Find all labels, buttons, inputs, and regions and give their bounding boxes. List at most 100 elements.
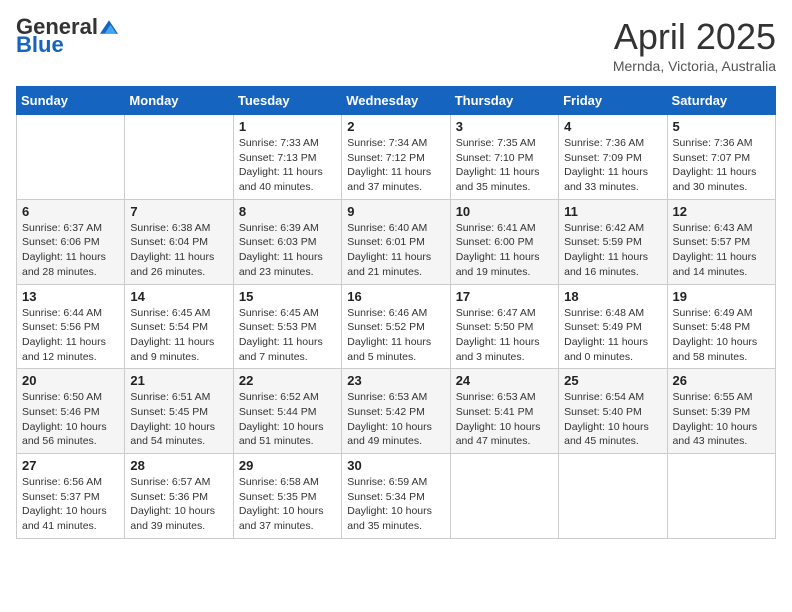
- day-number: 26: [673, 373, 770, 388]
- title-area: April 2025 Mernda, Victoria, Australia: [613, 16, 776, 74]
- day-header-monday: Monday: [125, 87, 233, 115]
- calendar-cell: 6Sunrise: 6:37 AMSunset: 6:06 PMDaylight…: [17, 199, 125, 284]
- day-header-saturday: Saturday: [667, 87, 775, 115]
- day-header-friday: Friday: [559, 87, 667, 115]
- day-number: 22: [239, 373, 336, 388]
- day-number: 21: [130, 373, 227, 388]
- day-number: 28: [130, 458, 227, 473]
- calendar-cell: [17, 115, 125, 200]
- day-number: 19: [673, 289, 770, 304]
- day-header-wednesday: Wednesday: [342, 87, 450, 115]
- day-header-sunday: Sunday: [17, 87, 125, 115]
- day-info: Sunrise: 6:45 AMSunset: 5:54 PMDaylight:…: [130, 306, 227, 365]
- day-number: 4: [564, 119, 661, 134]
- calendar-cell: 9 Sunrise: 6:40 AMSunset: 6:01 PMDaylight…: [342, 199, 450, 284]
- calendar-cell: 30 Sunrise: 6:59 AMSunset: 5:34 PMDayligh…: [342, 454, 450, 539]
- calendar-cell: 26 Sunrise: 6:55 AMSunset: 5:39 PMDayligh…: [667, 369, 775, 454]
- day-number: 24: [456, 373, 553, 388]
- day-info: Sunrise: 6:58 AMSunset: 5:35 PMDaylight:…: [239, 475, 336, 534]
- day-number: 30: [347, 458, 444, 473]
- logo-blue-text: Blue: [16, 34, 64, 56]
- calendar-cell: 5 Sunrise: 7:36 AMSunset: 7:07 PMDaylight…: [667, 115, 775, 200]
- calendar-cell: [125, 115, 233, 200]
- calendar-cell: 19Sunrise: 6:49 AMSunset: 5:48 PMDayligh…: [667, 284, 775, 369]
- calendar-cell: 11Sunrise: 6:42 AMSunset: 5:59 PMDayligh…: [559, 199, 667, 284]
- day-number: 6: [22, 204, 119, 219]
- day-info: Sunrise: 7:36 AMSunset: 7:07 PMDaylight:…: [673, 136, 770, 195]
- day-number: 15: [239, 289, 336, 304]
- calendar: SundayMondayTuesdayWednesdayThursdayFrid…: [16, 86, 776, 539]
- day-number: 18: [564, 289, 661, 304]
- day-number: 7: [130, 204, 227, 219]
- day-info: Sunrise: 6:54 AMSunset: 5:40 PMDaylight:…: [564, 390, 661, 449]
- calendar-cell: 28 Sunrise: 6:57 AMSunset: 5:36 PMDayligh…: [125, 454, 233, 539]
- day-info: Sunrise: 7:35 AMSunset: 7:10 PMDaylight:…: [456, 136, 553, 195]
- calendar-week-row: 13 Sunrise: 6:44 AMSunset: 5:56 PMDayligh…: [17, 284, 776, 369]
- logo: General Blue: [16, 16, 118, 56]
- logo-icon: [100, 18, 118, 36]
- calendar-cell: [559, 454, 667, 539]
- day-info: Sunrise: 6:56 AMSunset: 5:37 PMDaylight:…: [22, 475, 119, 534]
- day-info: Sunrise: 6:53 AMSunset: 5:42 PMDaylight:…: [347, 390, 444, 449]
- header: General Blue April 2025 Mernda, Victoria…: [16, 16, 776, 74]
- calendar-cell: 20 Sunrise: 6:50 AMSunset: 5:46 PMDayligh…: [17, 369, 125, 454]
- day-info: Sunrise: 6:43 AMSunset: 5:57 PMDaylight:…: [673, 221, 770, 280]
- day-info: Sunrise: 6:45 AMSunset: 5:53 PMDaylight:…: [239, 306, 336, 365]
- day-number: 16: [347, 289, 444, 304]
- day-info: Sunrise: 6:38 AMSunset: 6:04 PMDaylight:…: [130, 221, 227, 280]
- day-info: Sunrise: 6:46 AMSunset: 5:52 PMDaylight:…: [347, 306, 444, 365]
- calendar-week-row: 20 Sunrise: 6:50 AMSunset: 5:46 PMDayligh…: [17, 369, 776, 454]
- day-number: 10: [456, 204, 553, 219]
- day-number: 13: [22, 289, 119, 304]
- day-number: 5: [673, 119, 770, 134]
- day-info: Sunrise: 6:59 AMSunset: 5:34 PMDaylight:…: [347, 475, 444, 534]
- day-info: Sunrise: 6:50 AMSunset: 5:46 PMDaylight:…: [22, 390, 119, 449]
- location: Mernda, Victoria, Australia: [613, 58, 776, 74]
- calendar-cell: 1 Sunrise: 7:33 AMSunset: 7:13 PMDaylight…: [233, 115, 341, 200]
- calendar-cell: 29Sunrise: 6:58 AMSunset: 5:35 PMDayligh…: [233, 454, 341, 539]
- calendar-header-row: SundayMondayTuesdayWednesdayThursdayFrid…: [17, 87, 776, 115]
- calendar-cell: 13 Sunrise: 6:44 AMSunset: 5:56 PMDayligh…: [17, 284, 125, 369]
- calendar-cell: 16 Sunrise: 6:46 AMSunset: 5:52 PMDayligh…: [342, 284, 450, 369]
- calendar-cell: [450, 454, 558, 539]
- day-info: Sunrise: 7:33 AMSunset: 7:13 PMDaylight:…: [239, 136, 336, 195]
- day-info: Sunrise: 7:34 AMSunset: 7:12 PMDaylight:…: [347, 136, 444, 195]
- calendar-cell: 21 Sunrise: 6:51 AMSunset: 5:45 PMDayligh…: [125, 369, 233, 454]
- calendar-cell: 15 Sunrise: 6:45 AMSunset: 5:53 PMDayligh…: [233, 284, 341, 369]
- day-number: 12: [673, 204, 770, 219]
- day-number: 11: [564, 204, 661, 219]
- calendar-cell: 7 Sunrise: 6:38 AMSunset: 6:04 PMDaylight…: [125, 199, 233, 284]
- day-header-tuesday: Tuesday: [233, 87, 341, 115]
- day-number: 20: [22, 373, 119, 388]
- day-info: Sunrise: 6:53 AMSunset: 5:41 PMDaylight:…: [456, 390, 553, 449]
- calendar-cell: 14Sunrise: 6:45 AMSunset: 5:54 PMDayligh…: [125, 284, 233, 369]
- calendar-cell: 4Sunrise: 7:36 AMSunset: 7:09 PMDaylight…: [559, 115, 667, 200]
- calendar-week-row: 27 Sunrise: 6:56 AMSunset: 5:37 PMDayligh…: [17, 454, 776, 539]
- day-number: 1: [239, 119, 336, 134]
- logo-blue-label: Blue: [16, 34, 64, 56]
- calendar-cell: 8 Sunrise: 6:39 AMSunset: 6:03 PMDaylight…: [233, 199, 341, 284]
- day-number: 2: [347, 119, 444, 134]
- calendar-cell: 2 Sunrise: 7:34 AMSunset: 7:12 PMDaylight…: [342, 115, 450, 200]
- day-info: Sunrise: 6:39 AMSunset: 6:03 PMDaylight:…: [239, 221, 336, 280]
- day-info: Sunrise: 6:44 AMSunset: 5:56 PMDaylight:…: [22, 306, 119, 365]
- day-number: 27: [22, 458, 119, 473]
- day-number: 25: [564, 373, 661, 388]
- day-info: Sunrise: 6:57 AMSunset: 5:36 PMDaylight:…: [130, 475, 227, 534]
- day-number: 8: [239, 204, 336, 219]
- day-number: 3: [456, 119, 553, 134]
- calendar-week-row: 1 Sunrise: 7:33 AMSunset: 7:13 PMDaylight…: [17, 115, 776, 200]
- calendar-cell: 22Sunrise: 6:52 AMSunset: 5:44 PMDayligh…: [233, 369, 341, 454]
- day-info: Sunrise: 6:48 AMSunset: 5:49 PMDaylight:…: [564, 306, 661, 365]
- day-info: Sunrise: 6:47 AMSunset: 5:50 PMDaylight:…: [456, 306, 553, 365]
- calendar-cell: 27 Sunrise: 6:56 AMSunset: 5:37 PMDayligh…: [17, 454, 125, 539]
- day-info: Sunrise: 6:40 AMSunset: 6:01 PMDaylight:…: [347, 221, 444, 280]
- calendar-cell: [667, 454, 775, 539]
- calendar-cell: 12 Sunrise: 6:43 AMSunset: 5:57 PMDayligh…: [667, 199, 775, 284]
- day-number: 9: [347, 204, 444, 219]
- day-number: 17: [456, 289, 553, 304]
- month-title: April 2025: [613, 16, 776, 58]
- day-info: Sunrise: 6:51 AMSunset: 5:45 PMDaylight:…: [130, 390, 227, 449]
- day-number: 23: [347, 373, 444, 388]
- day-info: Sunrise: 6:55 AMSunset: 5:39 PMDaylight:…: [673, 390, 770, 449]
